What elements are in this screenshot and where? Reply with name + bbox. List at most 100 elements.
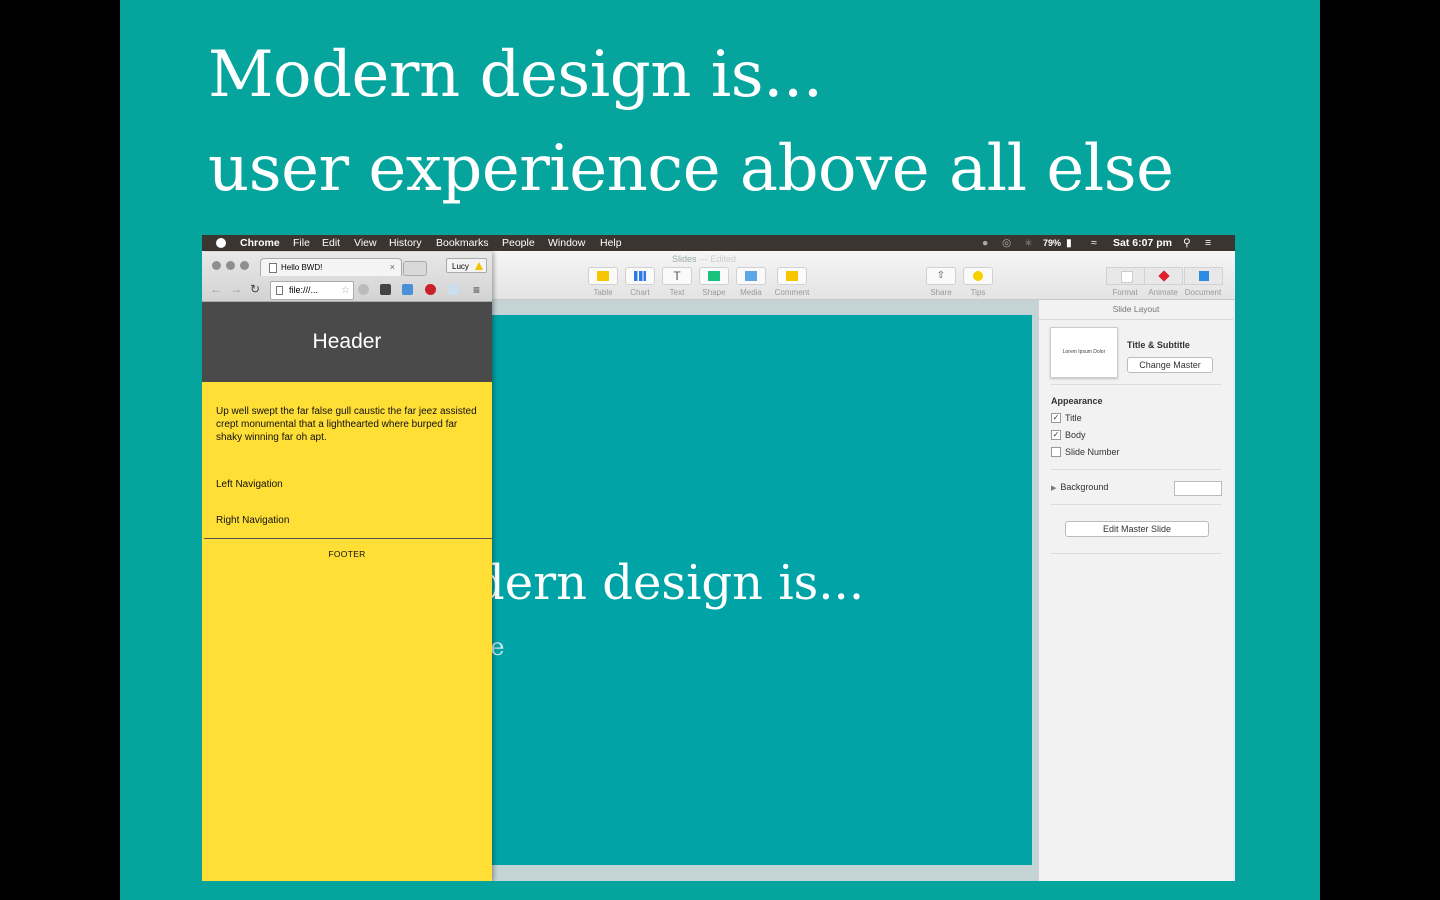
toolbar-tips-label: Tips <box>970 288 986 297</box>
page-paragraph: Up well swept the far false gull caustic… <box>216 406 477 443</box>
menu-people[interactable]: People <box>502 235 535 251</box>
chrome-nav-bar: ← → ↻ file:///... ☆ ≡ <box>202 278 492 301</box>
menu-view[interactable]: View <box>354 235 377 251</box>
pinterest-icon[interactable] <box>425 284 436 295</box>
window-minimize-button[interactable] <box>226 261 235 270</box>
tab-title: Hello BWD! <box>281 263 323 272</box>
window-zoom-button[interactable] <box>240 261 249 270</box>
slide-title-line-1: Modern design is... <box>208 38 823 112</box>
slide-editor-title[interactable]: Modern design is... <box>490 555 864 611</box>
notification-center-icon[interactable]: ≡ <box>1205 235 1211 251</box>
toolbar-text-button[interactable]: T Text <box>659 267 695 297</box>
toolbar-chart-button[interactable]: Chart <box>622 267 658 297</box>
apple-icon[interactable] <box>216 238 226 248</box>
slide-number-checkbox-label: Slide Number <box>1065 447 1120 457</box>
close-tab-icon[interactable]: × <box>390 259 395 276</box>
master-thumbnail[interactable]: Lorem Ipsum Dolor <box>1050 327 1118 378</box>
disclosure-triangle-icon: ▶ <box>1051 485 1057 492</box>
toolbar-animate-label: Animate <box>1148 288 1178 297</box>
toolbar-shape-button[interactable]: Shape <box>696 267 732 297</box>
toolbar-media-button[interactable]: Media <box>733 267 769 297</box>
document-icon <box>1199 271 1209 281</box>
toolbar-shape-label: Shape <box>702 288 726 297</box>
profile-name: Lucy <box>452 262 469 271</box>
menu-file[interactable]: File <box>293 235 310 251</box>
forward-arrow-icon[interactable]: → <box>230 282 242 296</box>
battery-icon[interactable]: ▮ <box>1066 235 1072 251</box>
left-navigation[interactable]: Left Navigation <box>216 479 283 490</box>
toolbar-tips-button[interactable]: Tips <box>960 267 996 297</box>
reload-icon[interactable]: ↻ <box>250 282 260 296</box>
back-arrow-icon[interactable]: ← <box>210 282 222 296</box>
checkbox-checked-icon: ✓ <box>1051 412 1061 423</box>
text-icon: T <box>662 267 692 285</box>
toolbar-document-button[interactable]: Document <box>1184 267 1223 297</box>
menu-history[interactable]: History <box>389 235 422 251</box>
shape-icon <box>708 271 720 281</box>
bluetooth-icon[interactable]: ∗ <box>1024 235 1033 251</box>
profile-button[interactable]: Lucy <box>446 258 487 273</box>
bookmark-star-icon[interactable]: ☆ <box>341 282 350 299</box>
toolbar-chart-label: Chart <box>630 288 650 297</box>
page-icon <box>276 286 283 295</box>
toolbar-comment-button[interactable]: Comment <box>774 267 810 297</box>
desktop-screenshot: Chrome File Edit View History Bookmarks … <box>202 235 1235 881</box>
background-disclosure[interactable]: ▶ Background <box>1051 482 1108 492</box>
slide-editor[interactable]: Modern design is... ae <box>490 315 1032 865</box>
chrome-titlebar: Hello BWD! × Lucy ← → ↻ file:///... ☆ ≡ <box>202 252 492 302</box>
right-navigation[interactable]: Right Navigation <box>216 515 289 526</box>
inspector-divider <box>1051 504 1221 505</box>
edit-master-slide-button[interactable]: Edit Master Slide <box>1065 521 1209 537</box>
footer-divider <box>204 538 492 539</box>
toolbar-animate-button[interactable]: Animate <box>1144 267 1183 297</box>
menu-bookmarks[interactable]: Bookmarks <box>436 235 489 251</box>
record-icon[interactable]: ◎ <box>1002 235 1011 251</box>
document-title: Slides — Edited <box>672 254 737 264</box>
media-icon <box>745 271 757 281</box>
menu-help[interactable]: Help <box>600 235 622 251</box>
chrome-menu-icon[interactable]: ≡ <box>473 283 480 297</box>
document-status: Edited <box>710 254 737 264</box>
toolbar-format-button[interactable]: Format <box>1106 267 1145 297</box>
format-brush-icon <box>1121 271 1133 283</box>
chrome-window: Hello BWD! × Lucy ← → ↻ file:///... ☆ ≡ … <box>202 252 492 881</box>
extension-icon[interactable] <box>358 284 369 295</box>
extension-icon[interactable] <box>448 284 459 295</box>
share-icon: ⇧ <box>926 267 956 285</box>
toolbar-share-button[interactable]: ⇧ Share <box>923 267 959 297</box>
toolbar-comment-label: Comment <box>774 288 810 297</box>
change-master-button[interactable]: Change Master <box>1127 357 1213 373</box>
background-color-well[interactable] <box>1174 481 1222 496</box>
title-checkbox[interactable]: ✓ Title <box>1051 412 1082 424</box>
inspector-divider <box>1051 384 1221 385</box>
tips-icon <box>973 271 983 281</box>
menu-window[interactable]: Window <box>548 235 585 251</box>
toolbar-table-button[interactable]: Table <box>585 267 621 297</box>
wifi-icon[interactable]: ≈ <box>1091 235 1097 251</box>
address-bar[interactable]: file:///... ☆ <box>270 281 354 300</box>
new-tab-button[interactable] <box>403 261 427 276</box>
menu-clock[interactable]: Sat 6:07 pm <box>1113 235 1172 251</box>
menu-edit[interactable]: Edit <box>322 235 340 251</box>
page-footer: FOOTER <box>328 549 366 559</box>
toolbar-format-label: Format <box>1112 288 1138 297</box>
inspector-divider <box>1051 553 1221 554</box>
slide-number-checkbox[interactable]: Slide Number <box>1051 446 1120 458</box>
chart-icon <box>634 271 646 281</box>
spotlight-search-icon[interactable]: ⚲ <box>1183 235 1191 251</box>
browser-tab[interactable]: Hello BWD! × <box>260 258 402 276</box>
format-inspector: Slide Layout Lorem Ipsum Dolor Title & S… <box>1038 300 1233 881</box>
window-close-button[interactable] <box>212 261 221 270</box>
notification-bell-icon[interactable]: ● <box>982 235 988 251</box>
calendar-icon[interactable] <box>402 284 413 295</box>
slide-editor-subtitle[interactable]: ae <box>490 633 505 661</box>
animate-diamond-icon <box>1158 270 1170 282</box>
toolbar-media-label: Media <box>740 288 762 297</box>
address-url: file:///... <box>289 285 319 295</box>
page-icon <box>269 263 277 273</box>
pocket-icon[interactable] <box>380 284 391 295</box>
body-checkbox[interactable]: ✓ Body <box>1051 429 1086 441</box>
menu-app-name[interactable]: Chrome <box>240 235 280 251</box>
checkbox-checked-icon: ✓ <box>1051 429 1061 440</box>
title-checkbox-label: Title <box>1065 413 1082 423</box>
